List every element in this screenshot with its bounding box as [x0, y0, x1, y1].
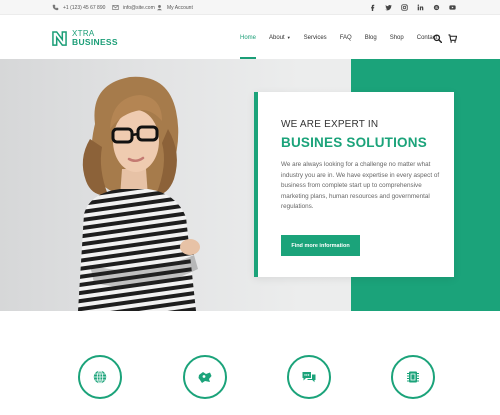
site-logo[interactable]: XTRA BUSINESS [52, 30, 118, 46]
account-text: My Account [167, 4, 193, 11]
social-links: S [368, 3, 457, 12]
skype-icon[interactable]: S [432, 3, 441, 12]
search-icon[interactable] [433, 34, 442, 43]
nav-label: About [269, 35, 285, 41]
nav-item-shop[interactable]: Shop [390, 35, 404, 45]
logo-text: XTRA BUSINESS [72, 30, 118, 47]
nav-item-home[interactable]: Home [240, 35, 256, 45]
my-account-link[interactable]: My Account [156, 3, 193, 12]
nav-item-services[interactable]: Services [304, 35, 327, 45]
logo-bottom-text: BUSINESS [72, 37, 118, 47]
phone-text: +1 (123) 45 67 890 [63, 4, 106, 11]
mail-icon [112, 5, 119, 10]
svg-text:S: S [435, 6, 438, 10]
cart-icon[interactable] [448, 34, 457, 43]
phone-icon [52, 4, 59, 11]
email-contact[interactable]: info@site.com [112, 3, 155, 12]
chat-icon [302, 372, 316, 383]
twitter-icon[interactable] [384, 3, 393, 12]
service-chat[interactable] [287, 355, 331, 399]
top-bar: +1 (123) 45 67 890 info@site.com My Acco… [0, 0, 500, 15]
hero-card: WE ARE EXPERT IN BUSINES SOLUTIONS We ar… [254, 92, 454, 277]
services-section [0, 311, 500, 415]
hero-card-accent-bar [254, 92, 258, 277]
phone-contact[interactable]: +1 (123) 45 67 890 [52, 3, 105, 12]
globe-icon [93, 370, 107, 384]
nav-label: FAQ [339, 35, 352, 41]
hero-description: We are always looking for a challenge no… [281, 161, 440, 210]
map-icon [198, 372, 212, 383]
youtube-icon[interactable] [448, 3, 457, 12]
hero-woman-photo [78, 76, 200, 311]
instagram-icon[interactable] [400, 3, 409, 12]
hero-eyebrow: WE ARE EXPERT IN [281, 119, 379, 130]
nav-label: Services [303, 35, 327, 41]
logo-mark-icon [52, 30, 67, 46]
chevron-down-icon: ▼ [286, 35, 291, 40]
nav-label: Shop [389, 35, 404, 41]
main-nav: Home About ▼ Services FAQ Blog Shop Conta… [240, 35, 450, 45]
hero-section: WE ARE EXPERT IN BUSINES SOLUTIONS We ar… [0, 59, 500, 311]
site-header: XTRA BUSINESS Home About ▼ Services FAQ B… [0, 16, 500, 59]
service-globe[interactable] [78, 355, 122, 399]
user-icon [157, 5, 162, 11]
find-more-button[interactable]: Find more information [281, 235, 360, 256]
service-chip[interactable] [391, 355, 435, 399]
facebook-icon[interactable] [368, 3, 377, 12]
hero-title: BUSINES SOLUTIONS [281, 135, 427, 150]
service-map[interactable] [183, 355, 227, 399]
nav-item-faq[interactable]: FAQ [340, 35, 352, 45]
chip-icon [407, 371, 419, 383]
linkedin-icon[interactable] [416, 3, 425, 12]
nav-item-about[interactable]: About ▼ [269, 35, 291, 45]
nav-label: Home [240, 35, 257, 41]
email-text: info@site.com [123, 4, 155, 11]
nav-label: Blog [364, 35, 377, 41]
nav-item-blog[interactable]: Blog [365, 35, 377, 45]
